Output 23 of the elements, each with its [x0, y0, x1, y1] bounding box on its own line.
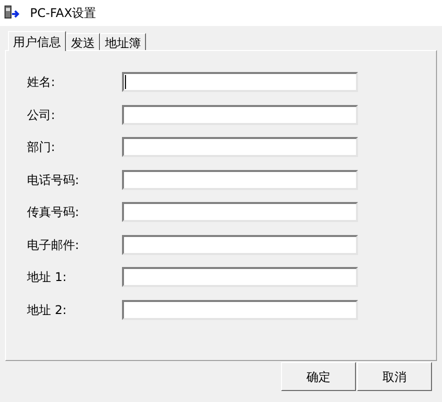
- dialog-button[interactable]: 确定: [281, 362, 356, 391]
- input-field[interactable]: [122, 202, 358, 222]
- input-field[interactable]: [122, 300, 358, 320]
- field-label: 部门:: [27, 139, 56, 156]
- tab[interactable]: 用户信息: [8, 31, 66, 51]
- input-field[interactable]: [122, 137, 358, 158]
- input-field[interactable]: [122, 234, 358, 255]
- input-field[interactable]: [122, 104, 358, 125]
- input-field[interactable]: [122, 267, 358, 288]
- field-label: 电子邮件:: [27, 236, 80, 254]
- field-label: 地址 1:: [27, 269, 68, 286]
- window-title: PC-FAX设置: [30, 5, 96, 22]
- tab[interactable]: 地址簿: [100, 33, 146, 50]
- input-field[interactable]: [122, 72, 358, 92]
- tab[interactable]: 发送: [66, 33, 100, 50]
- field-label: 传真号码:: [27, 204, 80, 222]
- field-label: 姓名:: [27, 74, 56, 92]
- input-field[interactable]: [122, 170, 358, 190]
- field-label: 公司:: [27, 106, 56, 124]
- fax-icon: [4, 5, 22, 21]
- field-label: 电话号码:: [27, 172, 80, 189]
- dialog-button[interactable]: 取消: [357, 362, 432, 391]
- field-label: 地址 2:: [27, 302, 68, 319]
